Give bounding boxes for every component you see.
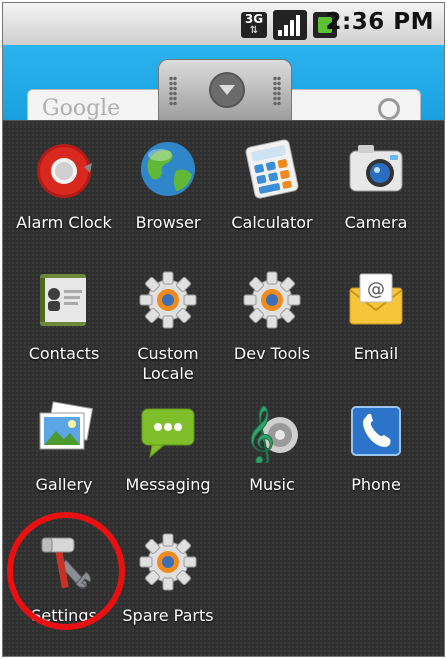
gear-icon [139, 271, 197, 329]
phone-screen: 3G ⇅ 2:36 PM Google Alarm Clock Browser … [2, 2, 445, 657]
app-settings[interactable]: Settings [9, 530, 119, 626]
app-calculator[interactable]: Calculator [217, 137, 327, 233]
app-drawer: Alarm Clock Browser Calculator Camera Co… [3, 120, 444, 656]
app-label: Dev Tools [233, 344, 311, 363]
app-alarm-clock[interactable]: Alarm Clock [9, 137, 119, 233]
app-label: Phone [351, 475, 401, 494]
gear-icon [139, 533, 197, 591]
drawer-handle[interactable] [158, 59, 292, 124]
app-custom-locale[interactable]: Custom Locale [113, 268, 223, 384]
app-music[interactable]: 𝄞 Music [217, 399, 327, 495]
app-label: Camera [344, 213, 408, 232]
app-browser[interactable]: Browser [113, 137, 223, 233]
calculator-icon [245, 139, 299, 199]
app-label: Calculator [231, 213, 313, 232]
grip-dots-right [273, 76, 281, 106]
app-label: Contacts [28, 344, 100, 363]
svg-text:@: @ [367, 279, 385, 300]
app-label: Gallery [35, 475, 93, 494]
gear-icon [243, 271, 301, 329]
svg-text:𝄞: 𝄞 [245, 405, 275, 463]
globe-icon [141, 142, 195, 196]
grip-dots-left [169, 76, 177, 106]
status-time: 2:36 PM [325, 9, 434, 35]
app-label: Email [353, 344, 399, 363]
camera-icon [349, 145, 403, 192]
app-email[interactable]: @ Email [321, 268, 431, 364]
data-arrows-icon: ⇅ [249, 25, 259, 36]
alarm-clock-icon [37, 144, 92, 198]
app-contacts[interactable]: Contacts [9, 268, 119, 364]
app-label: Custom Locale [137, 344, 199, 383]
app-label: Music [249, 475, 295, 494]
app-messaging[interactable]: Messaging [113, 399, 223, 495]
google-search-logo: Google [42, 96, 121, 121]
app-label: Browser [135, 213, 201, 232]
app-camera[interactable]: Camera [321, 137, 431, 233]
envelope-icon: @ [349, 273, 403, 325]
app-gallery[interactable]: Gallery [9, 399, 119, 495]
3g-icon: 3G ⇅ [241, 12, 267, 38]
status-bar: 3G ⇅ 2:36 PM [3, 3, 444, 45]
phone-handset-icon [351, 406, 401, 456]
signal-icon [273, 10, 307, 40]
treble-clef-icon: 𝄞 [245, 405, 298, 467]
close-drawer-arrow-icon[interactable] [209, 72, 245, 108]
app-label: Messaging [125, 475, 211, 494]
app-label: Settings [31, 606, 97, 625]
photos-icon [39, 401, 94, 450]
hammer-wrench-icon [41, 537, 91, 589]
search-icon[interactable] [378, 98, 400, 120]
network-type: 3G [244, 12, 264, 26]
speech-bubble-icon [141, 408, 195, 459]
app-phone[interactable]: Phone [321, 399, 431, 495]
app-label: Spare Parts [122, 606, 214, 625]
app-dev-tools[interactable]: Dev Tools [217, 268, 327, 364]
app-label: Alarm Clock [16, 213, 112, 232]
contacts-icon [40, 274, 86, 326]
app-spare-parts[interactable]: Spare Parts [113, 530, 223, 626]
